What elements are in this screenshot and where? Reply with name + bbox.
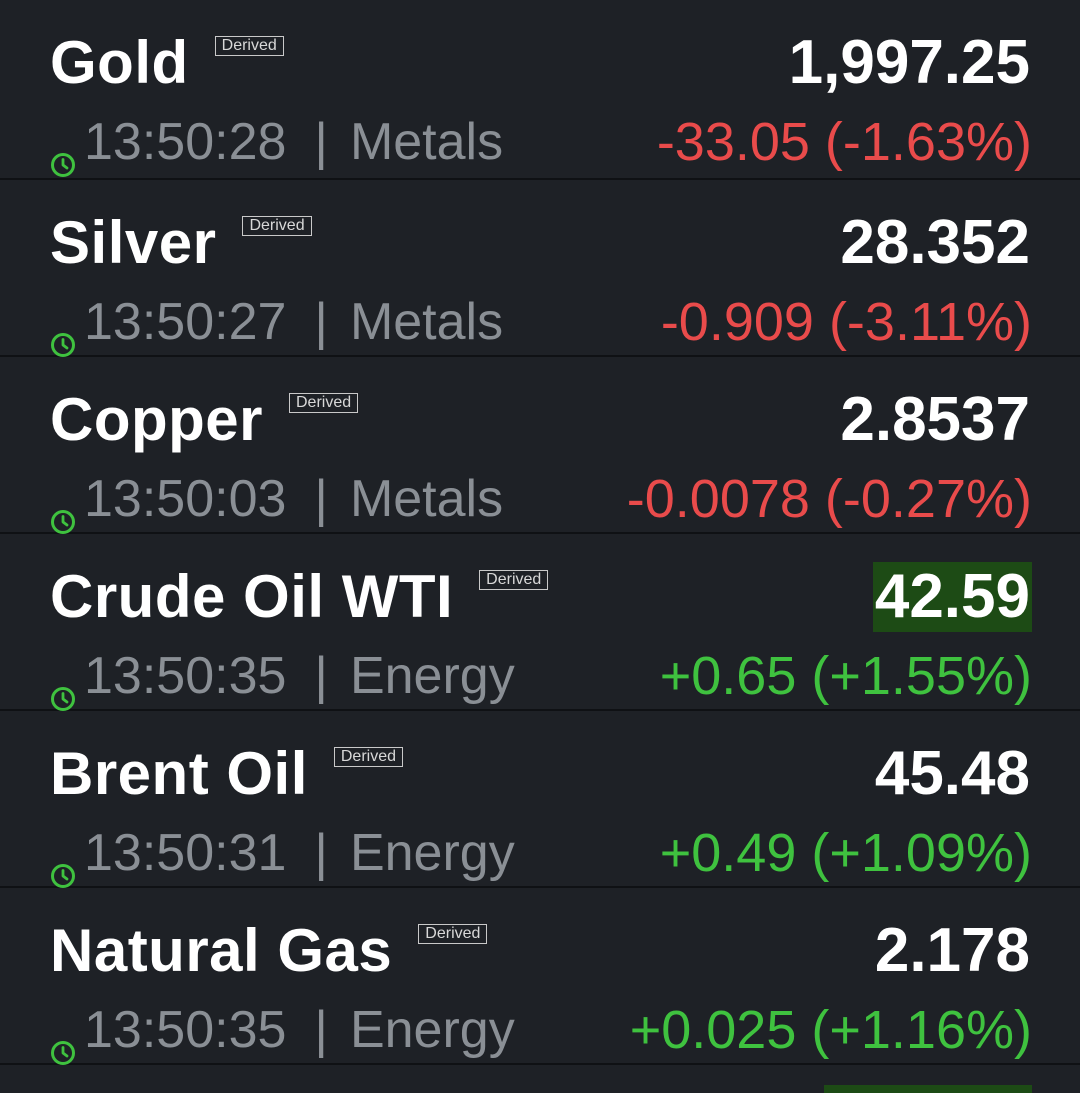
category-label: Energy bbox=[349, 824, 515, 882]
quote-meta: 13:50:35 | Energy bbox=[50, 998, 515, 1065]
separator: | bbox=[314, 113, 328, 171]
last-price: 42.59 bbox=[872, 562, 1032, 632]
category-label: Metals bbox=[349, 470, 504, 528]
clock-icon bbox=[50, 1017, 76, 1065]
price-change: +0.49 (+1.09%) bbox=[659, 823, 1032, 883]
instrument-name-text: Natural Gas bbox=[50, 917, 393, 984]
derived-badge: Derived bbox=[479, 570, 549, 590]
clock-icon bbox=[50, 486, 76, 534]
update-time: 13:50:03 bbox=[84, 470, 287, 528]
last-price: 45.48 bbox=[874, 739, 1030, 808]
instrument-name: Crude Oil WTI Derived bbox=[50, 562, 549, 632]
clock-icon bbox=[50, 129, 76, 177]
quote-meta: 13:50:31 | Energy bbox=[50, 821, 515, 888]
clock-icon bbox=[50, 840, 76, 888]
category-label: Metals bbox=[349, 113, 504, 171]
instrument-name: Natural Gas Derived bbox=[50, 916, 488, 986]
price-change: +0.65 (+1.55%) bbox=[659, 646, 1032, 706]
category-label: Metals bbox=[349, 293, 504, 351]
category-label: Energy bbox=[349, 647, 515, 705]
instrument-name: Gold Derived bbox=[50, 28, 284, 98]
clock-icon bbox=[50, 663, 76, 711]
update-time: 13:50:35 bbox=[84, 647, 287, 705]
separator: | bbox=[314, 824, 328, 882]
instrument-name-text: Crude Oil WTI bbox=[50, 563, 454, 630]
separator: | bbox=[314, 293, 328, 351]
price-change: +0.025 (+1.16%) bbox=[629, 1000, 1032, 1060]
quote-meta: 13:50:27 | Metals bbox=[50, 290, 504, 357]
price-change: -0.0078 (-0.27%) bbox=[626, 469, 1032, 529]
separator: | bbox=[314, 470, 328, 528]
quote-meta: 13:50:03 | Metals bbox=[50, 467, 504, 534]
update-time: 13:50:31 bbox=[84, 824, 287, 882]
quote-row[interactable]: Gold Derived 1,997.25 13:50:28 | Metals -33.05… bbox=[0, 0, 1080, 180]
quote-row[interactable]: Crude Oil WTI Derived 42.59 13:50:35 | Energy… bbox=[0, 534, 1080, 711]
derived-badge: Derived bbox=[418, 924, 488, 944]
quotes-list: Gold Derived 1,997.25 13:50:28 | Metals -33.05… bbox=[0, 0, 1080, 1065]
instrument-name-text: Brent Oil bbox=[50, 740, 308, 807]
quote-row[interactable]: Natural Gas Derived 2.178 13:50:35 | Energy +0… bbox=[0, 888, 1080, 1065]
separator: | bbox=[314, 1001, 328, 1059]
update-time: 13:50:35 bbox=[84, 1001, 287, 1059]
quote-row[interactable]: Brent Oil Derived 45.48 13:50:31 | Energy +0.4… bbox=[0, 711, 1080, 888]
last-price: 2.178 bbox=[874, 916, 1030, 985]
category-label: Energy bbox=[349, 1001, 515, 1059]
update-time: 13:50:27 bbox=[84, 293, 287, 351]
price-change: -33.05 (-1.63%) bbox=[656, 112, 1032, 172]
instrument-name: Silver Derived bbox=[50, 208, 312, 278]
instrument-name-text: Gold bbox=[50, 29, 189, 96]
instrument-name-text: Copper bbox=[50, 386, 263, 453]
instrument-name-text: Silver bbox=[50, 209, 217, 276]
last-price: 2.8537 bbox=[840, 385, 1030, 454]
derived-badge: Derived bbox=[289, 393, 359, 413]
quote-row[interactable]: Copper Derived 2.8537 13:50:03 | Metals -0.007… bbox=[0, 357, 1080, 534]
derived-badge: Derived bbox=[214, 36, 284, 56]
last-price: 28.352 bbox=[840, 208, 1030, 277]
update-time: 13:50:28 bbox=[84, 113, 287, 171]
quote-row[interactable]: Silver Derived 28.352 13:50:27 | Metals -0.909… bbox=[0, 180, 1080, 357]
separator: | bbox=[314, 647, 328, 705]
derived-badge: Derived bbox=[333, 747, 403, 767]
price-change: -0.909 (-3.11%) bbox=[660, 292, 1032, 352]
last-price: 1,997.25 bbox=[788, 28, 1030, 97]
instrument-name: Copper Derived bbox=[50, 385, 359, 455]
derived-badge: Derived bbox=[242, 216, 312, 236]
quote-meta: 13:50:35 | Energy bbox=[50, 644, 515, 711]
clock-icon bbox=[50, 309, 76, 357]
next-row-price-highlight bbox=[824, 1085, 1032, 1093]
instrument-name: Brent Oil Derived bbox=[50, 739, 403, 809]
quote-meta: 13:50:28 | Metals bbox=[50, 110, 504, 177]
